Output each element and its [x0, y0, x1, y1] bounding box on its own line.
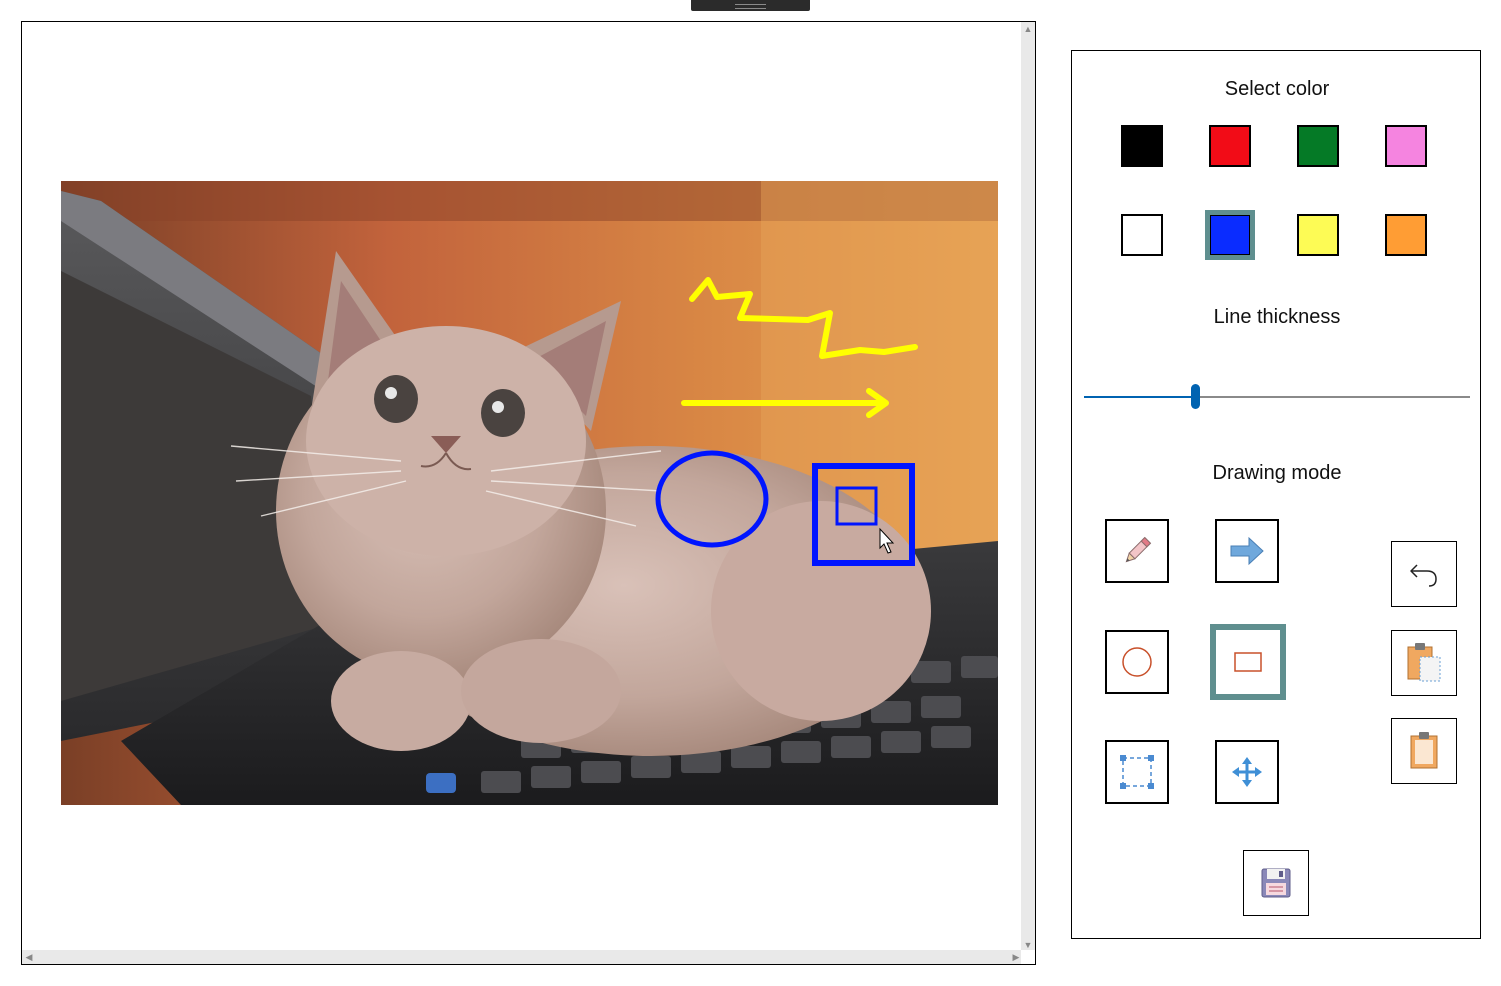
- drawing-canvas[interactable]: ▲ ▼ ◀ ▶: [21, 21, 1036, 965]
- scroll-corner: [1021, 950, 1035, 964]
- color-swatch-orange[interactable]: [1385, 214, 1427, 256]
- blue-ellipse: [655, 450, 769, 548]
- rectangle-icon: [1234, 652, 1262, 672]
- clipboard-icon: [1410, 732, 1438, 769]
- blue-rectangle-small: [835, 486, 878, 526]
- rectangle-mode-button[interactable]: [1210, 624, 1286, 700]
- clipboard-button[interactable]: [1391, 718, 1457, 784]
- color-swatch-white[interactable]: [1121, 214, 1163, 256]
- color-swatch-yellow[interactable]: [1297, 214, 1339, 256]
- selection-icon: [1120, 755, 1154, 789]
- mouse-cursor-icon: [879, 527, 895, 554]
- scroll-up-icon[interactable]: ▲: [1021, 22, 1035, 36]
- tools-panel: Select color Line thickness Drawing mode: [1071, 50, 1481, 939]
- slider-fill: [1084, 396, 1196, 398]
- ellipse-icon: [1122, 647, 1152, 677]
- move-icon: [1232, 757, 1262, 787]
- window-drag-handle[interactable]: [691, 0, 810, 11]
- color-swatch-blue[interactable]: [1205, 210, 1255, 260]
- yellow-freehand-stroke: [689, 277, 918, 359]
- vertical-scrollbar[interactable]: ▲ ▼: [1021, 22, 1035, 952]
- pencil-mode-button[interactable]: [1105, 519, 1169, 583]
- color-swatch-green[interactable]: [1297, 125, 1339, 167]
- select-color-title: Select color: [1224, 78, 1330, 100]
- arrow-icon: [1230, 536, 1264, 566]
- move-mode-button[interactable]: [1215, 740, 1279, 804]
- undo-button[interactable]: [1391, 541, 1457, 607]
- horizontal-scrollbar[interactable]: ◀ ▶: [22, 950, 1023, 964]
- slider-track: [1195, 396, 1470, 398]
- blue-rectangle-large: [812, 463, 915, 566]
- drawing-mode-title: Drawing mode: [1212, 462, 1342, 484]
- paste-icon: [1407, 643, 1441, 682]
- undo-icon: [1410, 564, 1437, 587]
- scroll-left-icon[interactable]: ◀: [22, 950, 36, 964]
- arrow-mode-button[interactable]: [1215, 519, 1279, 583]
- grip-icon: [735, 4, 766, 9]
- line-thickness-title: Line thickness: [1213, 306, 1341, 328]
- paste-button[interactable]: [1391, 630, 1457, 696]
- slider-thumb[interactable]: [1191, 384, 1201, 409]
- color-swatch-red[interactable]: [1209, 125, 1251, 167]
- pencil-icon: [1125, 536, 1152, 563]
- drawing-layer: [655, 277, 918, 566]
- ellipse-mode-button[interactable]: [1105, 630, 1169, 694]
- color-swatch-pink[interactable]: [1385, 125, 1427, 167]
- save-button[interactable]: [1243, 850, 1309, 916]
- save-icon: [1261, 868, 1291, 898]
- selection-mode-button[interactable]: [1105, 740, 1169, 804]
- color-swatch-black[interactable]: [1121, 125, 1163, 167]
